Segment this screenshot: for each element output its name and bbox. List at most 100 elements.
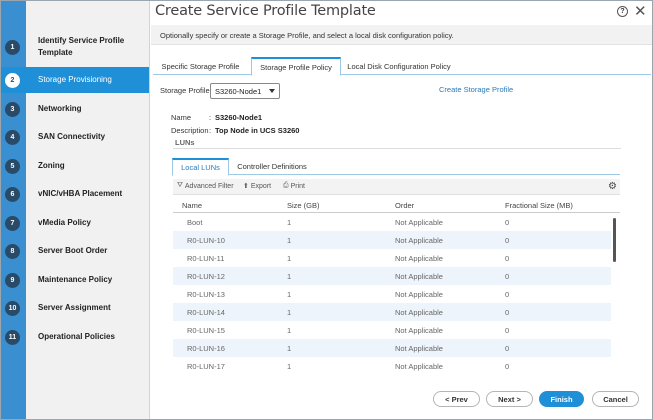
step-label: Networking bbox=[38, 104, 82, 113]
step-label: Maintenance Policy bbox=[38, 275, 113, 284]
table-row[interactable]: R0-LUN-13 1 Not Applicable 0 bbox=[173, 285, 611, 303]
cell-order: Not Applicable bbox=[395, 344, 443, 353]
step-number-badge: 2 bbox=[5, 72, 20, 88]
export-icon: ⬆ bbox=[243, 183, 249, 190]
name-value: S3260-Node1 bbox=[215, 113, 263, 122]
cell-size: 1 bbox=[287, 236, 292, 245]
export-button[interactable]: ⬆ Export bbox=[243, 182, 272, 191]
close-icon[interactable]: ✕ bbox=[634, 2, 647, 20]
tab-local-disk-configuration-policy[interactable]: Local Disk Configuration Policy bbox=[343, 57, 455, 75]
sidebar-step-5[interactable]: 5 Zoning bbox=[1, 154, 149, 178]
cell-name: Boot bbox=[187, 218, 203, 227]
subtitle-bar: Optionally specify or create a Storage P… bbox=[151, 25, 652, 45]
prev-button[interactable]: < Prev bbox=[433, 391, 480, 407]
cell-size: 1 bbox=[287, 218, 292, 227]
name-colon: : bbox=[209, 113, 212, 122]
step-label: Identify Service Profile Template bbox=[38, 36, 125, 57]
sidebar-step-1[interactable]: 1 Identify Service Profile Template bbox=[1, 26, 149, 68]
step-label: Server Assignment bbox=[38, 303, 111, 312]
tab-storage-profile-policy[interactable]: Storage Profile Policy bbox=[251, 57, 341, 76]
page-title: Create Service Profile Template bbox=[155, 3, 376, 19]
cell-fractional-size: 0 bbox=[505, 236, 510, 245]
cell-order: Not Applicable bbox=[395, 272, 443, 281]
step-label: Zoning bbox=[38, 161, 65, 170]
name-label: Name bbox=[171, 113, 192, 122]
help-icon[interactable]: ? bbox=[617, 6, 628, 17]
scrollbar-thumb[interactable] bbox=[613, 218, 616, 262]
cell-fractional-size: 0 bbox=[505, 326, 510, 335]
gear-icon[interactable]: ⚙ bbox=[608, 181, 617, 192]
next-button[interactable]: Next > bbox=[486, 391, 533, 407]
subtitle: Optionally specify or create a Storage P… bbox=[160, 31, 454, 40]
cell-order: Not Applicable bbox=[395, 362, 443, 371]
table-row[interactable]: R0-LUN-12 1 Not Applicable 0 bbox=[173, 267, 611, 285]
table-row[interactable]: R0-LUN-14 1 Not Applicable 0 bbox=[173, 303, 611, 321]
step-label: Operational Policies bbox=[38, 332, 115, 341]
step-number-badge: 8 bbox=[5, 243, 20, 259]
luns-divider bbox=[173, 148, 621, 149]
tab-specific-storage-profile[interactable]: Specific Storage Profile bbox=[153, 57, 248, 75]
wizard-sidebar: 1 Identify Service Profile Template 2 Stora… bbox=[1, 1, 150, 419]
table-scrollbar[interactable] bbox=[612, 213, 617, 367]
sidebar-step-4[interactable]: 4 SAN Connectivity bbox=[1, 125, 149, 149]
cell-order: Not Applicable bbox=[395, 254, 443, 263]
chevron-down-icon bbox=[269, 89, 275, 93]
cell-name: R0-LUN-10 bbox=[187, 236, 225, 245]
tab-controller-definitions[interactable]: Controller Definitions bbox=[232, 158, 312, 175]
cell-order: Not Applicable bbox=[395, 236, 443, 245]
storage-profile-select[interactable]: S3260-Node1 bbox=[210, 83, 280, 99]
table-row[interactable]: R0-LUN-17 1 Not Applicable 0 bbox=[173, 357, 611, 375]
finish-button[interactable]: Finish bbox=[539, 391, 584, 407]
column-header-size[interactable]: Size (GB) bbox=[287, 201, 320, 210]
advanced-filter-button[interactable]: ⛛ Advanced Filter bbox=[177, 182, 234, 190]
export-label: Export bbox=[250, 182, 272, 190]
table-row[interactable]: R0-LUN-15 1 Not Applicable 0 bbox=[173, 321, 611, 339]
cell-fractional-size: 0 bbox=[505, 362, 510, 371]
sidebar-step-3[interactable]: 3 Networking bbox=[1, 97, 149, 121]
sidebar-step-2[interactable]: 2 Storage Provisioning bbox=[1, 67, 149, 93]
description-colon: : bbox=[209, 126, 212, 135]
step-number-badge: 3 bbox=[5, 101, 20, 117]
table-row[interactable]: R0-LUN-11 1 Not Applicable 0 bbox=[173, 249, 611, 267]
cell-size: 1 bbox=[287, 344, 292, 353]
cell-name: R0-LUN-15 bbox=[187, 326, 225, 335]
cell-name: R0-LUN-11 bbox=[187, 254, 225, 263]
print-icon: ⎙ bbox=[283, 182, 289, 189]
step-number-badge: 4 bbox=[5, 129, 20, 145]
description-value: Top Node in UCS S3260 bbox=[215, 126, 300, 135]
cancel-button[interactable]: Cancel bbox=[592, 391, 639, 407]
step-number-badge: 1 bbox=[5, 39, 20, 55]
column-header-fractional-size[interactable]: Fractional Size (MB) bbox=[505, 201, 573, 210]
cell-size: 1 bbox=[287, 254, 292, 263]
cell-size: 1 bbox=[287, 362, 292, 371]
column-header-order[interactable]: Order bbox=[395, 201, 414, 210]
cell-name: R0-LUN-17 bbox=[187, 362, 225, 371]
sidebar-step-9[interactable]: 9 Maintenance Policy bbox=[1, 268, 149, 292]
table-toolbar: ⛛ Advanced Filter ⬆ Export ⎙ Print bbox=[173, 179, 620, 195]
sidebar-step-10[interactable]: 10 Server Assignment bbox=[1, 296, 149, 320]
cell-fractional-size: 0 bbox=[505, 218, 510, 227]
sidebar-step-11[interactable]: 11 Operational Policies bbox=[1, 325, 149, 349]
step-label: Storage Provisioning bbox=[38, 75, 112, 84]
table-row[interactable]: Boot 1 Not Applicable 0 bbox=[173, 213, 611, 231]
tab-local-luns[interactable]: Local LUNs bbox=[172, 158, 229, 176]
create-storage-profile-link[interactable]: Create Storage Profile bbox=[439, 85, 513, 94]
table-row[interactable]: R0-LUN-10 1 Not Applicable 0 bbox=[173, 231, 611, 249]
step-number-badge: 5 bbox=[5, 158, 20, 174]
print-button[interactable]: ⎙ Print bbox=[283, 182, 305, 190]
sidebar-step-8[interactable]: 8 Server Boot Order bbox=[1, 239, 149, 263]
table-row[interactable]: R0-LUN-16 1 Not Applicable 0 bbox=[173, 339, 611, 357]
wizard-window: 1 Identify Service Profile Template 2 Stora… bbox=[0, 0, 653, 420]
luns-heading: LUNs bbox=[175, 138, 195, 147]
step-number-badge: 6 bbox=[5, 186, 20, 202]
storage-tabs: Specific Storage Profile Storage Profile… bbox=[153, 57, 651, 76]
storage-profile-label: Storage Profile: bbox=[160, 86, 212, 95]
filter-icon: ⛛ bbox=[177, 182, 183, 189]
cell-fractional-size: 0 bbox=[505, 290, 510, 299]
sidebar-step-6[interactable]: 6 vNIC/vHBA Placement bbox=[1, 182, 149, 206]
cell-order: Not Applicable bbox=[395, 308, 443, 317]
sidebar-step-7[interactable]: 7 vMedia Policy bbox=[1, 211, 149, 235]
step-number-badge: 7 bbox=[5, 215, 20, 231]
cell-size: 1 bbox=[287, 290, 292, 299]
column-header-name[interactable]: Name bbox=[182, 201, 202, 210]
